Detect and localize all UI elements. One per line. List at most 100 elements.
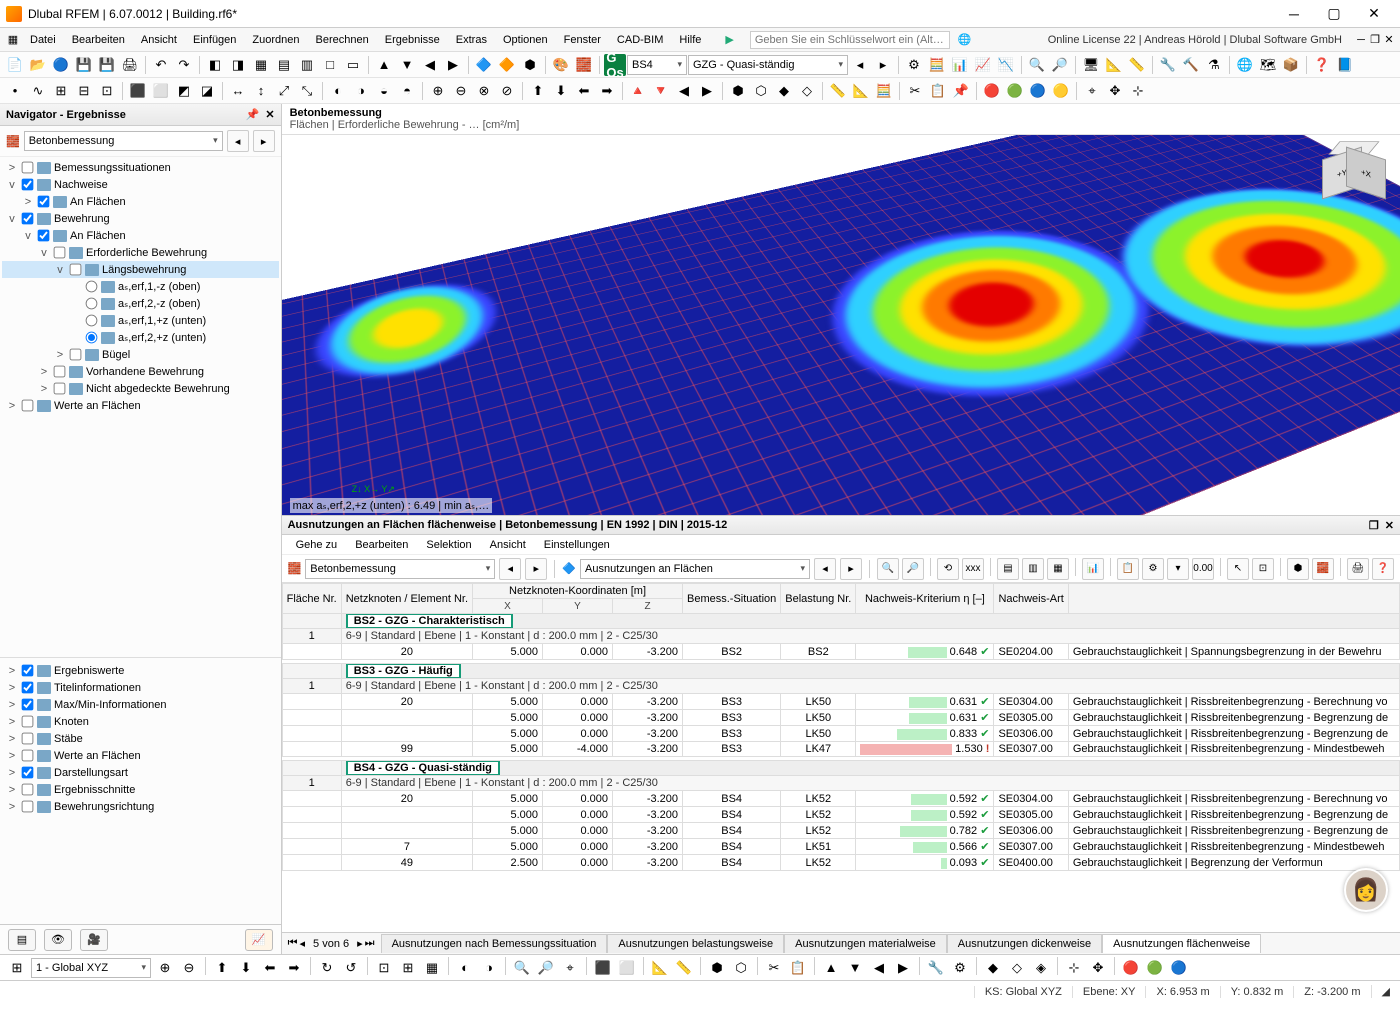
toolbar-btn[interactable]: ▦ xyxy=(250,54,272,76)
bottom-tool-btn[interactable]: ⬢ xyxy=(706,957,728,979)
bottom-tool-btn[interactable]: 📏 xyxy=(673,957,695,979)
toolbar-btn[interactable]: 🎨 xyxy=(550,54,572,76)
menu-bearbeiten[interactable]: Bearbeiten xyxy=(64,31,133,49)
col-x[interactable]: X xyxy=(473,599,543,614)
expand-icon[interactable]: > xyxy=(6,699,18,711)
tree-check[interactable] xyxy=(70,349,82,361)
bottom-tool-btn[interactable]: 🔧 xyxy=(925,957,947,979)
bottom-tool-btn[interactable]: 🔵 xyxy=(1168,957,1190,979)
toolbar-btn[interactable]: ⊗ xyxy=(473,80,495,102)
snap-icon[interactable]: ⊞ xyxy=(6,957,28,979)
table-row[interactable]: 5.0000.000-3.200BS4LK52 0.782 ✔SE0306.00… xyxy=(282,823,1399,839)
panel-tool-btn[interactable]: 0.00 xyxy=(1192,558,1214,580)
col-flaeche[interactable]: Fläche Nr. xyxy=(282,584,341,614)
table-row[interactable]: 205.0000.000-3.200BS2BS2 0.648 ✔SE0204.0… xyxy=(282,644,1399,660)
mdi-restore[interactable]: ❐ xyxy=(1368,33,1382,46)
table-row[interactable]: 205.0000.000-3.200BS3LK50 0.631 ✔SE0304.… xyxy=(282,694,1399,710)
tree-check[interactable] xyxy=(22,162,34,174)
toolbar-btn[interactable]: ▶ xyxy=(442,54,464,76)
tree-check[interactable] xyxy=(22,400,34,412)
toolbar-btn[interactable]: ▲ xyxy=(373,54,395,76)
display-option[interactable]: >Titelinformationen xyxy=(2,679,279,696)
toolbar-btn[interactable]: 🔴 xyxy=(981,80,1003,102)
status-resize-icon[interactable]: ◢ xyxy=(1371,985,1400,998)
display-option[interactable]: >Max/Min-Informationen xyxy=(2,696,279,713)
bottom-tool-btn[interactable]: ▼ xyxy=(844,957,866,979)
expand-icon[interactable]: > xyxy=(6,801,18,813)
bottom-tool-btn[interactable]: ◐ xyxy=(454,957,476,979)
display-option[interactable]: >Darstellungsart xyxy=(2,764,279,781)
dd1-prev[interactable]: ◂ xyxy=(499,558,521,580)
toolbar-btn[interactable]: 📉 xyxy=(995,54,1017,76)
bottom-tool-btn[interactable]: ⬛ xyxy=(592,957,614,979)
option-check[interactable] xyxy=(22,784,34,796)
expand-icon[interactable]: > xyxy=(6,716,18,728)
window-close[interactable]: ✕ xyxy=(1354,0,1394,28)
toolbar-btn[interactable]: 🔧 xyxy=(1157,54,1179,76)
toolbar-btn[interactable]: ◐ xyxy=(327,80,349,102)
expand-icon[interactable]: v xyxy=(6,213,18,225)
tree-check[interactable] xyxy=(54,366,66,378)
bottom-tool-btn[interactable]: ◀ xyxy=(868,957,890,979)
bottom-tool-btn[interactable]: ◆ xyxy=(982,957,1004,979)
toolbar-btn[interactable]: 🧱 xyxy=(573,54,595,76)
toolbar-btn[interactable]: ◓ xyxy=(396,80,418,102)
expand-icon[interactable]: > xyxy=(22,196,34,208)
table-row[interactable]: 5.0000.000-3.200BS3LK50 0.833 ✔SE0306.00… xyxy=(282,726,1399,742)
mdi-close[interactable]: ✕ xyxy=(1382,33,1396,46)
panel-tool-btn[interactable]: 🔎 xyxy=(902,558,924,580)
toolbar-btn[interactable]: ⬆ xyxy=(527,80,549,102)
toolbar-btn[interactable]: ◑ xyxy=(350,80,372,102)
tab-last[interactable]: ⏭ xyxy=(365,937,375,950)
dd2-prev[interactable]: ◂ xyxy=(814,558,836,580)
panel-menu-ansicht[interactable]: Ansicht xyxy=(482,537,534,553)
toolbar-btn[interactable]: 📂 xyxy=(27,54,49,76)
bottom-tool-btn[interactable]: ⬅ xyxy=(259,957,281,979)
panel-menu-bearbeiten[interactable]: Bearbeiten xyxy=(347,537,416,553)
panel-tool-btn[interactable]: ▦ xyxy=(1047,558,1069,580)
toolbar-btn[interactable]: ⤡ xyxy=(296,80,318,102)
tree-node[interactable]: aₛ,erf,2,-z (oben) xyxy=(2,295,279,312)
bottom-tool-btn[interactable]: 📐 xyxy=(649,957,671,979)
tree-node[interactable]: vLängsbewehrung xyxy=(2,261,279,278)
panel-tool-btn[interactable]: 🧱 xyxy=(1312,558,1334,580)
panel-tool-btn[interactable]: ▥ xyxy=(1022,558,1044,580)
toolbar-btn[interactable]: ◧ xyxy=(204,54,226,76)
tree-radio[interactable] xyxy=(86,281,98,293)
display-option[interactable]: >Knoten xyxy=(2,713,279,730)
expand-icon[interactable]: > xyxy=(6,733,18,745)
menu-zuordnen[interactable]: Zuordnen xyxy=(244,31,307,49)
menu-einfügen[interactable]: Einfügen xyxy=(185,31,244,49)
menu-extras[interactable]: Extras xyxy=(448,31,495,49)
toolbar-btn[interactable]: ⬜ xyxy=(150,80,172,102)
expand-icon[interactable]: > xyxy=(6,162,18,174)
bs-combo[interactable]: BS4 xyxy=(627,55,687,75)
panel-tool-btn[interactable]: 📊 xyxy=(1082,558,1104,580)
toolbar-btn[interactable]: ⚗ xyxy=(1203,54,1225,76)
tree-node[interactable]: vErforderliche Bewehrung xyxy=(2,244,279,261)
toolbar-btn[interactable]: 🔍 xyxy=(1026,54,1048,76)
toolbar-btn[interactable]: 🔨 xyxy=(1180,54,1202,76)
toolbar-btn[interactable]: ▶ xyxy=(696,80,718,102)
expand-icon[interactable]: > xyxy=(6,665,18,677)
tab-next[interactable]: ▸ xyxy=(357,937,363,950)
result-tab[interactable]: Ausnutzungen nach Bemessungssituation xyxy=(381,934,608,953)
option-check[interactable] xyxy=(22,801,34,813)
tab-prev[interactable]: ◂ xyxy=(300,937,306,950)
col-z[interactable]: Z xyxy=(613,599,683,614)
tree-check[interactable] xyxy=(22,179,34,191)
toolbar-btn[interactable]: 🗺 xyxy=(1257,54,1279,76)
toolbar-btn[interactable]: ⊡ xyxy=(96,80,118,102)
tree-node[interactable]: vBewehrung xyxy=(2,210,279,227)
panel-tool-btn[interactable]: ⊡ xyxy=(1252,558,1274,580)
toolbar-btn[interactable]: ◂ xyxy=(849,54,871,76)
toolbar-btn[interactable]: 🖥 xyxy=(1080,54,1102,76)
toolbar-btn[interactable]: ⊹ xyxy=(1127,80,1149,102)
toolbar-btn[interactable]: ◨ xyxy=(227,54,249,76)
bottom-tool-btn[interactable]: ▶ xyxy=(892,957,914,979)
bottom-tool-btn[interactable]: ⊖ xyxy=(178,957,200,979)
cs-combo[interactable]: 1 - Global XYZ xyxy=(31,958,151,978)
bottom-tool-btn[interactable]: ◇ xyxy=(1006,957,1028,979)
toolbar-btn[interactable]: 💾 xyxy=(96,54,118,76)
tree-check[interactable] xyxy=(38,196,50,208)
